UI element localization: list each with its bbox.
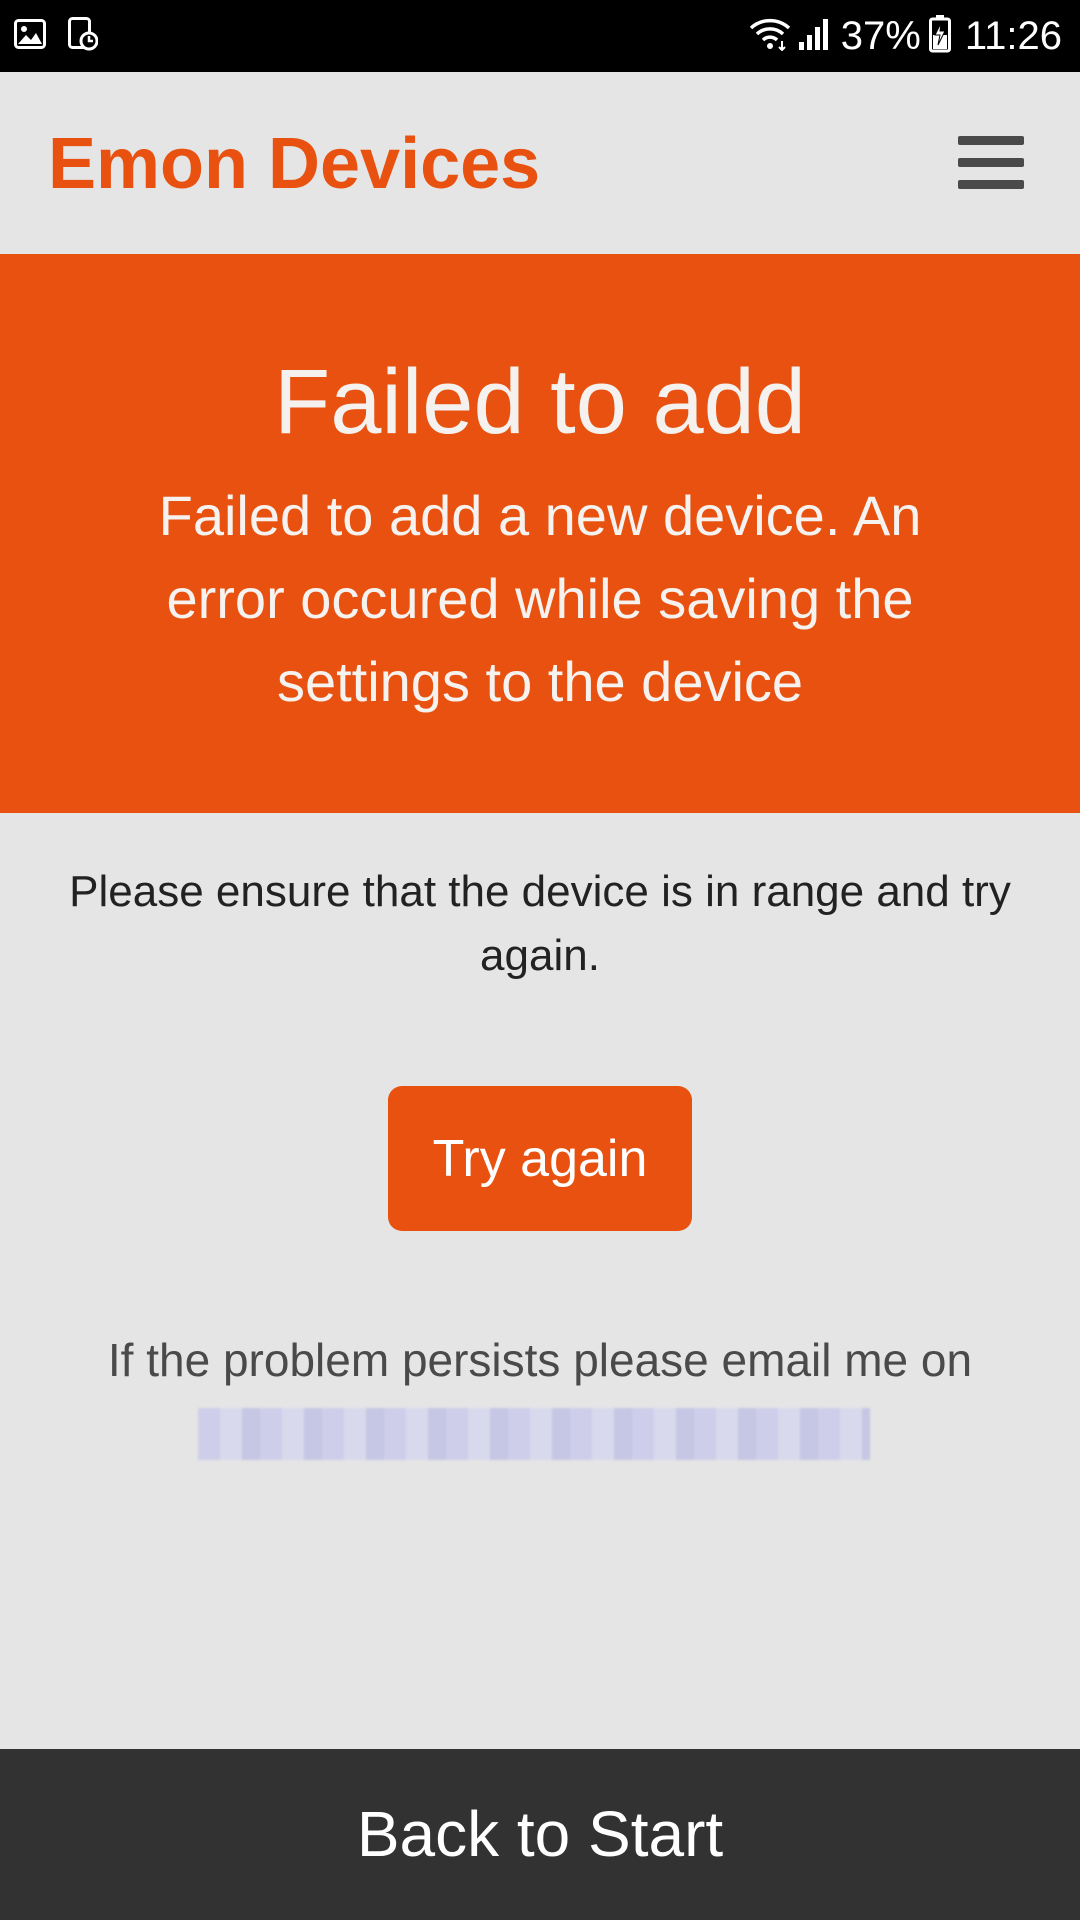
hamburger-icon (958, 136, 1024, 189)
signal-icon (797, 16, 829, 57)
instruction-text: Please ensure that the device is in rang… (69, 867, 1011, 980)
gallery-icon (14, 18, 46, 54)
screenshot-icon (68, 16, 99, 56)
back-to-start-label: Back to Start (356, 1798, 724, 1870)
problem-persists-text: If the problem persists please email me … (107, 1334, 973, 1386)
error-banner: Failed to add Failed to add a new device… (0, 254, 1080, 813)
battery-percent: 37% (840, 14, 921, 58)
battery-charging-icon (928, 14, 951, 58)
status-time: 11:26 (964, 14, 1062, 58)
wifi-icon (749, 17, 791, 56)
app-header: Emon Devices (0, 72, 1080, 254)
menu-button[interactable] (958, 132, 1024, 194)
error-heading: Failed to add (274, 351, 806, 453)
back-to-start-button[interactable]: Back to Start (0, 1749, 1080, 1920)
app-screen: 37% 11:26 Emon Devices Failed to add Fai… (0, 0, 1080, 1920)
error-message: Failed to add a new device. An error occ… (158, 484, 922, 713)
status-bar-left (14, 16, 120, 56)
try-again-button[interactable]: Try again (388, 1086, 692, 1231)
status-bar-right: 37% 11:26 (749, 10, 1062, 62)
status-bar: 37% 11:26 (0, 0, 1080, 72)
email-link-redacted[interactable] (198, 1408, 870, 1460)
app-title: Emon Devices (48, 124, 541, 204)
